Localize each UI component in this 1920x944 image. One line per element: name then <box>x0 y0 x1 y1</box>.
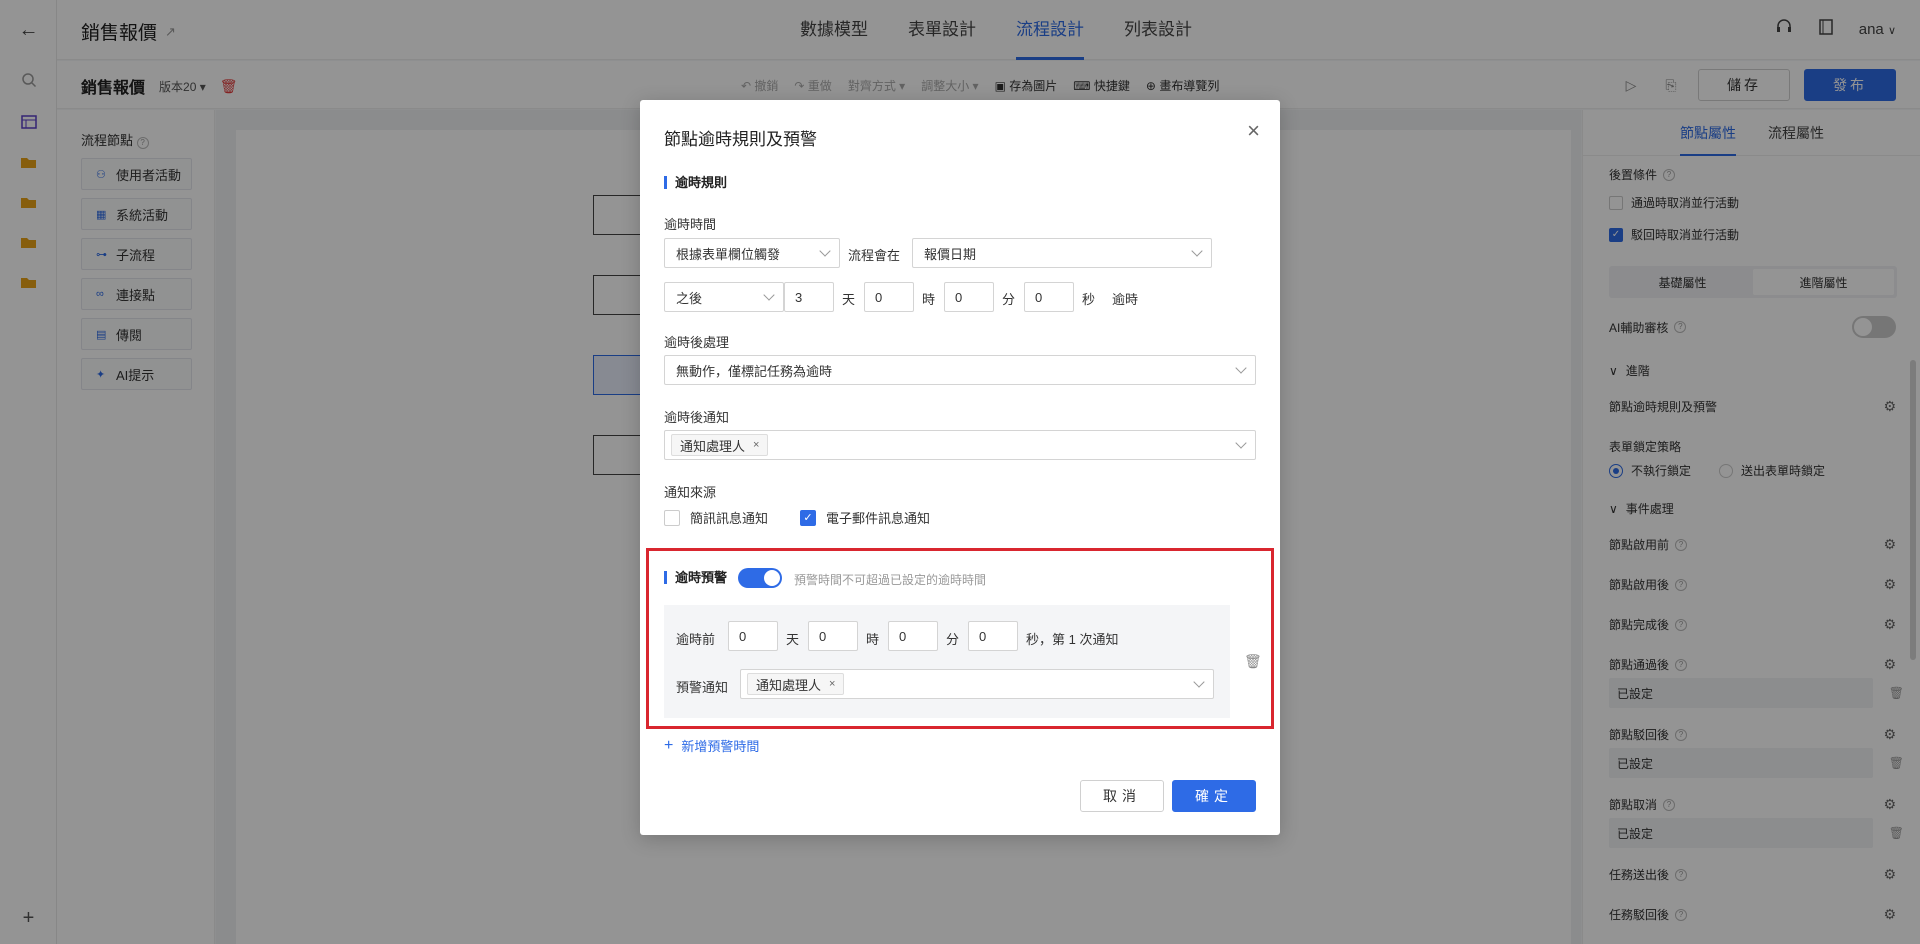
sms-option[interactable]: 簡訊訊息通知 <box>664 508 768 527</box>
email-checkbox[interactable]: ✓ <box>800 509 816 526</box>
warning-notify-select[interactable]: 通知處理人 × <box>740 669 1214 699</box>
tag-remove-icon[interactable]: × <box>829 678 835 690</box>
hour-unit: 時 <box>922 292 936 307</box>
notify-tag: 通知處理人 × <box>671 434 769 456</box>
hours-input[interactable]: 0 <box>864 282 914 312</box>
chevron-down-icon <box>1235 437 1247 449</box>
trash-icon[interactable]: 🗑 <box>1244 653 1262 670</box>
after-select[interactable]: 之後 <box>664 282 784 312</box>
warning-toggle[interactable] <box>738 568 782 588</box>
after-timeout-notify-label: 逾時後通知 <box>664 410 730 425</box>
trigger-select[interactable]: 根據表單欄位觸發 <box>664 238 840 268</box>
notify-select[interactable]: 通知處理人 × <box>664 430 1256 460</box>
sms-label: 簡訊訊息通知 <box>690 511 769 526</box>
warn-seconds-input[interactable]: 0 <box>968 621 1018 651</box>
timeout-rule-dialog: 節點逾時規則及預警 × 逾時規則 逾時時間 根據表單欄位觸發 流程會在 報價日期… <box>640 100 1280 835</box>
days-input[interactable]: 3 <box>784 282 834 312</box>
chevron-down-icon <box>1235 362 1247 374</box>
sms-checkbox[interactable] <box>664 509 680 526</box>
after-timeout-handle-label: 逾時後處理 <box>664 335 730 350</box>
chevron-down-icon <box>819 245 831 257</box>
chevron-down-icon <box>1191 245 1203 257</box>
after-value: 之後 <box>676 290 703 306</box>
close-icon[interactable]: × <box>1247 120 1260 142</box>
timeout-time-label: 逾時時間 <box>664 217 717 232</box>
confirm-button[interactable]: 確定 <box>1172 780 1256 812</box>
warning-notify-label: 預警通知 <box>676 680 729 695</box>
seconds-input[interactable]: 0 <box>1024 282 1074 312</box>
flow-will-label: 流程會在 <box>848 248 901 263</box>
warning-tag-label: 通知處理人 <box>756 677 822 693</box>
tag-remove-icon[interactable]: × <box>753 439 759 451</box>
section-timeout-rule: 逾時規則 <box>664 176 727 189</box>
second-unit: 秒 <box>1082 292 1096 307</box>
warn-days-input[interactable]: 0 <box>728 621 778 651</box>
trigger-value: 根據表單欄位觸發 <box>676 246 781 262</box>
warning-notify-tag: 通知處理人 × <box>747 673 845 695</box>
warn-hours-input[interactable]: 0 <box>808 621 858 651</box>
dialog-title: 節點逾時規則及預警 <box>664 130 817 149</box>
minute-unit: 分 <box>1002 292 1016 307</box>
handle-value: 無動作，僅標記任務為逾時 <box>676 363 833 379</box>
warn-suffix: 秒，第 1 次通知 <box>1026 632 1119 647</box>
email-option[interactable]: ✓ 電子郵件訊息通知 <box>800 508 930 527</box>
date-field-value: 報價日期 <box>924 246 977 262</box>
add-warning-label: 新增預警時間 <box>681 739 760 754</box>
minutes-input[interactable]: 0 <box>944 282 994 312</box>
before-timeout-label: 逾時前 <box>676 632 716 647</box>
plus-icon: + <box>664 736 674 754</box>
handle-select[interactable]: 無動作，僅標記任務為逾時 <box>664 355 1256 385</box>
notify-tag-label: 通知處理人 <box>680 438 746 454</box>
section-timeout-warning: 逾時預警 <box>664 571 727 584</box>
day-unit: 天 <box>786 632 800 647</box>
email-label: 電子郵件訊息通知 <box>826 511 931 526</box>
timeout-word: 逾時 <box>1112 292 1139 307</box>
minute-unit: 分 <box>946 632 960 647</box>
dialog-footer: 取消 確定 <box>1080 780 1256 812</box>
hour-unit: 時 <box>866 632 880 647</box>
chevron-down-icon <box>763 289 775 301</box>
chevron-down-icon <box>1193 676 1205 688</box>
warn-minutes-input[interactable]: 0 <box>888 621 938 651</box>
cancel-button[interactable]: 取消 <box>1080 780 1164 812</box>
warning-hint: 預警時間不可超過已設定的逾時時間 <box>794 573 987 587</box>
day-unit: 天 <box>842 292 856 307</box>
notify-source-label: 通知來源 <box>664 485 717 500</box>
warning-box: 逾時前 0 天 0 時 0 分 0 秒，第 1 次通知 預警通知 通知處理人 × <box>664 605 1230 718</box>
date-field-select[interactable]: 報價日期 <box>912 238 1212 268</box>
add-warning-time-link[interactable]: + 新增預警時間 <box>664 736 759 755</box>
